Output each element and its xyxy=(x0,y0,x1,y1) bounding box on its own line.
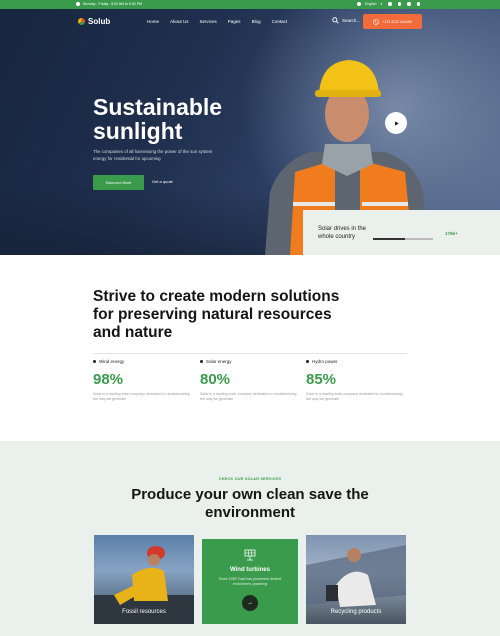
stat-label-row: Solar energy xyxy=(200,359,298,364)
solar-drives-card: Solar drives in the whole country 175k+ xyxy=(303,210,500,255)
main-nav: Solub Home About Us Services Pages Blog … xyxy=(78,14,422,30)
service-card-fossil[interactable]: Fossil resources xyxy=(94,535,194,624)
globe-icon xyxy=(357,2,361,6)
arrow-right-icon[interactable]: → xyxy=(242,595,258,611)
stat-value: 80% xyxy=(200,371,231,388)
service-card-desc: Since 1990 Toad has pioneered distinct e… xyxy=(218,577,282,586)
stat-desc: Solar is a leading solar company dedicat… xyxy=(93,392,190,401)
strive-heading: Strive to create modern solutions for pr… xyxy=(93,288,340,341)
get-quote-link[interactable]: Get a quote xyxy=(152,179,173,184)
bullet-icon xyxy=(93,360,96,363)
chevron-down-icon: ▾ xyxy=(380,2,383,6)
stat-desc: Solar is a leading solar company dedicat… xyxy=(200,392,297,401)
phone-cta-label: +123 2222 444455 xyxy=(382,19,412,24)
stat-label: Solar energy xyxy=(206,359,232,364)
stat-label-row: Hydro power xyxy=(306,359,404,364)
hero-subtitle: The companies of all harnessing the powe… xyxy=(93,149,213,161)
nav-item-pages[interactable]: Pages xyxy=(228,19,241,24)
nav-menu: Home About Us Services Pages Blog Contac… xyxy=(147,19,287,24)
stat-wind: Wind energy 98% Solar is a leading solar… xyxy=(93,359,191,402)
nav-item-contact[interactable]: Contact xyxy=(272,19,288,24)
discover-more-button[interactable]: Discover More xyxy=(93,175,144,190)
stat-desc: Solar is a leading solar company dedicat… xyxy=(306,392,403,401)
solar-progress-fill xyxy=(373,238,405,240)
logo-text: Solub xyxy=(88,17,111,26)
instagram-icon[interactable] xyxy=(407,2,411,6)
nav-item-blog[interactable]: Blog xyxy=(252,19,261,24)
service-card-title: Recycling products xyxy=(330,609,382,615)
stat-label-row: Wind energy xyxy=(93,359,191,364)
search-toggle[interactable]: Search... xyxy=(332,17,360,24)
language-select[interactable]: English xyxy=(365,2,376,6)
linkedin-icon[interactable] xyxy=(416,2,421,6)
nav-item-about[interactable]: About Us xyxy=(170,19,189,24)
phone-icon xyxy=(373,18,380,25)
play-video-button[interactable] xyxy=(385,112,407,134)
nav-item-services[interactable]: Services xyxy=(200,19,217,24)
stat-label: Wind energy xyxy=(99,359,125,364)
hero-title: Sustainable sunlight xyxy=(93,94,223,144)
stat-hydro: Hydro power 85% Solar is a leading solar… xyxy=(306,359,404,402)
topbar-right: English ▾ xyxy=(357,2,421,6)
hours-info: Monday - Friday : 8:00 AM to 6:00 PM xyxy=(76,2,142,6)
top-bar: Monday - Friday : 8:00 AM to 6:00 PM Eng… xyxy=(0,0,500,9)
service-card-title: Wind turbines xyxy=(230,567,270,573)
bullet-icon xyxy=(200,360,203,363)
logo[interactable]: Solub xyxy=(78,17,110,26)
solar-progress-track xyxy=(404,238,433,240)
service-card-wind[interactable]: Wind turbines Since 1990 Toad has pionee… xyxy=(202,539,298,624)
logo-mark-icon xyxy=(78,18,85,25)
search-label: Search... xyxy=(342,18,361,23)
services-title: Produce your own clean save the environm… xyxy=(131,486,369,521)
bullet-icon xyxy=(306,360,309,363)
services-kicker: CHECK OUR SOLAR SERVICES xyxy=(218,477,282,481)
nav-item-home[interactable]: Home xyxy=(147,19,159,24)
service-card-title: Fossil resources xyxy=(122,609,166,615)
solar-panel-icon xyxy=(244,549,256,561)
facebook-icon[interactable] xyxy=(388,2,392,6)
play-icon xyxy=(394,120,399,126)
service-card-recycling[interactable]: Recycling products xyxy=(306,535,406,624)
phone-cta-button[interactable]: +123 2222 444455 xyxy=(363,14,422,29)
search-icon xyxy=(332,17,339,24)
stats-divider xyxy=(93,353,407,354)
twitter-icon[interactable] xyxy=(397,2,402,6)
stat-label: Hydro power xyxy=(312,359,338,364)
hours-text: Monday - Friday : 8:00 AM to 6:00 PM xyxy=(83,2,142,6)
clock-icon xyxy=(76,2,80,6)
stat-value: 85% xyxy=(306,371,337,388)
stat-value: 98% xyxy=(93,371,124,388)
solar-drives-value: 175k+ xyxy=(445,231,458,236)
stat-solar: Solar energy 80% Solar is a leading sola… xyxy=(200,359,298,402)
hero-solar-panels-backdrop xyxy=(0,185,300,255)
